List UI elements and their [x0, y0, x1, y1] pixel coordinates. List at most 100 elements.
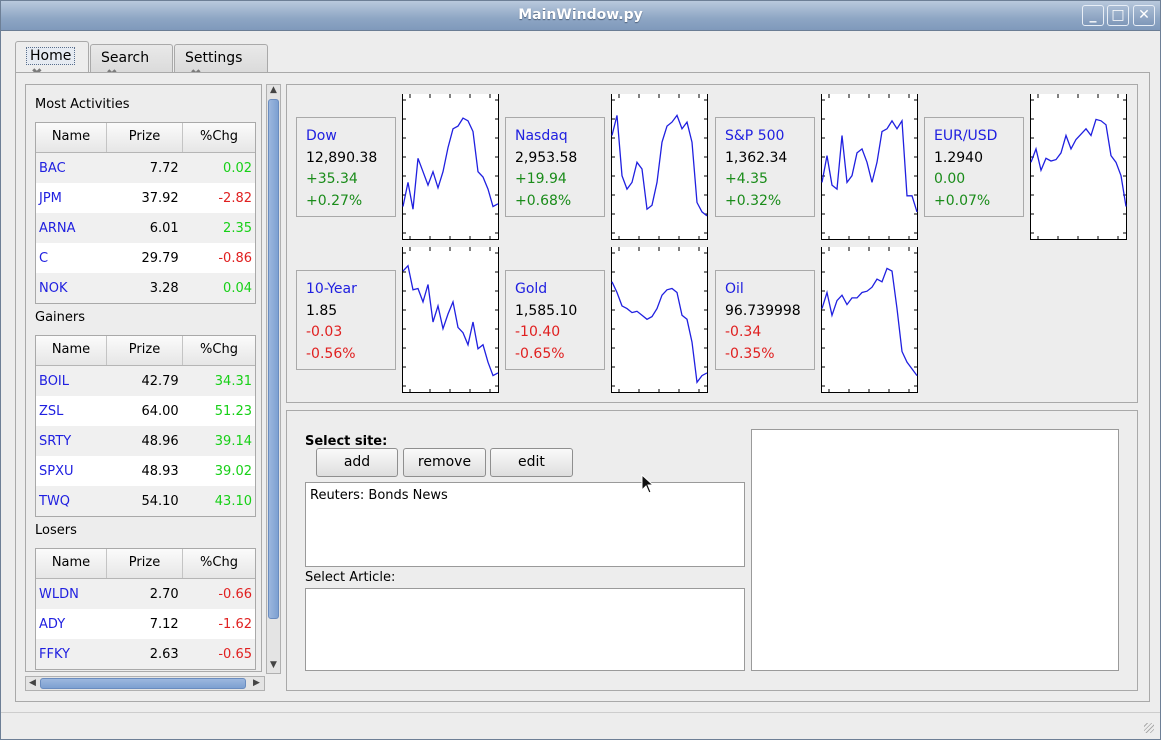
symbol-cell: SRTY [39, 433, 72, 449]
chart-axes [821, 247, 918, 393]
left-vertical-scrollbar[interactable]: ▲ ▼ [266, 84, 281, 674]
table-row[interactable]: C 29.79 -0.86 [36, 243, 255, 273]
chart-axes [402, 247, 499, 393]
symbol-cell: ARNA [39, 220, 76, 236]
sparkline-svg [402, 247, 499, 393]
gainers-table[interactable]: Name Prize %Chg BOIL 42.79 34.31 ZSL 64.00 51… [35, 335, 256, 517]
col-chg-header[interactable]: %Chg [183, 336, 255, 365]
tab-search-label: Search [101, 50, 150, 66]
scroll-up-icon[interactable]: ▲ [267, 85, 280, 95]
quote-value: 1.2940 [934, 149, 983, 166]
col-name-header[interactable]: Name [36, 549, 107, 578]
resize-grip-icon[interactable] [1144, 723, 1154, 733]
maximize-icon: □ [1111, 7, 1125, 23]
prize-cell: 48.93 [141, 463, 179, 479]
prize-cell: 48.96 [141, 433, 179, 449]
table-header[interactable]: Name Prize %Chg [36, 336, 255, 366]
scroll-thumb[interactable] [268, 99, 279, 619]
table-row[interactable]: TWQ 54.10 43.10 [36, 486, 255, 516]
symbol-cell: TWQ [39, 493, 71, 509]
symbol-cell: WLDN [39, 586, 79, 602]
tab-home[interactable]: Home✖ [15, 41, 89, 82]
symbol-cell: BAC [39, 160, 66, 176]
quote-box-nasdaq[interactable]: Nasdaq 2,953.58 +19.94 +0.68% [505, 117, 605, 217]
add-button[interactable]: add [316, 448, 398, 477]
quote-box-eur-usd[interactable]: EUR/USD 1.2940 0.00 +0.07% [924, 117, 1024, 217]
symbol-cell: C [39, 250, 49, 266]
table-header[interactable]: Name Prize %Chg [36, 123, 255, 153]
col-prize-header[interactable]: Prize [107, 549, 183, 578]
site-list-item[interactable]: Reuters: Bonds News [306, 483, 744, 503]
table-row[interactable]: NOK 3.28 0.04 [36, 273, 255, 303]
sparkline-chart-gold [611, 247, 708, 393]
most-activities-table[interactable]: Name Prize %Chg BAC 7.72 0.02 JPM 37.92 -2.82… [35, 122, 256, 304]
table-row[interactable]: ZSL 64.00 51.23 [36, 396, 255, 426]
scroll-left-icon[interactable]: ◀ [26, 678, 39, 688]
tab-search[interactable]: Search✖ [90, 44, 173, 83]
site-list[interactable]: Reuters: Bonds News [305, 482, 745, 567]
window-title: MainWindow.py [518, 7, 643, 23]
sparkline-line [611, 114, 708, 217]
table-row[interactable]: BAC 7.72 0.02 [36, 153, 255, 183]
col-chg-header[interactable]: %Chg [183, 549, 255, 578]
quote-box-dow[interactable]: Dow 12,890.38 +35.34 +0.27% [296, 117, 396, 217]
article-list[interactable] [305, 588, 745, 671]
quote-box-gold[interactable]: Gold 1,585.10 -10.40 -0.65% [505, 270, 605, 370]
col-prize-header[interactable]: Prize [107, 123, 183, 152]
quote-name[interactable]: S&P 500 [725, 126, 814, 148]
quote-change: +19.94 [515, 171, 567, 187]
symbol-cell: SPXU [39, 463, 74, 479]
quote-percent: +0.32% [725, 192, 782, 209]
remove-button[interactable]: remove [403, 448, 486, 477]
table-row[interactable]: FFKY 2.63 -0.65 [36, 639, 255, 669]
table-row[interactable]: BOIL 42.79 34.31 [36, 366, 255, 396]
table-header[interactable]: Name Prize %Chg [36, 549, 255, 579]
main-window: MainWindow.py _ □ ✕ Home✖ Search✖ Settin… [0, 0, 1161, 740]
quote-name[interactable]: 10-Year [306, 279, 395, 301]
quote-name[interactable]: Oil [725, 279, 814, 301]
col-name-header[interactable]: Name [36, 336, 107, 365]
prize-cell: 7.72 [149, 160, 179, 176]
table-row[interactable]: JPM 37.92 -2.82 [36, 183, 255, 213]
quote-name[interactable]: Nasdaq [515, 126, 604, 148]
table-row[interactable]: SPXU 48.93 39.02 [36, 456, 255, 486]
quote-box-s-p-500[interactable]: S&P 500 1,362.34 +4.35 +0.32% [715, 117, 815, 217]
table-row[interactable]: WLDN 2.70 -0.66 [36, 579, 255, 609]
quote-change: -0.34 [725, 324, 762, 340]
quote-box-oil[interactable]: Oil 96.739998 -0.34 -0.35% [715, 270, 815, 370]
quote-percent: -0.65% [515, 345, 565, 362]
sparkline-line [402, 117, 499, 210]
prize-cell: 7.12 [149, 616, 179, 632]
scroll-right-icon[interactable]: ▶ [250, 678, 263, 688]
col-chg-header[interactable]: %Chg [183, 123, 255, 152]
scroll-down-icon[interactable]: ▼ [267, 660, 280, 670]
maximize-button[interactable]: □ [1107, 5, 1129, 26]
change-cell: 39.14 [214, 433, 252, 449]
mouse-cursor-icon [641, 474, 655, 494]
symbol-cell: FFKY [39, 646, 70, 662]
losers-table[interactable]: Name Prize %Chg WLDN 2.70 -0.66 ADY 7.12 -1.6… [35, 548, 256, 670]
prize-cell: 54.10 [141, 493, 179, 509]
col-prize-header[interactable]: Prize [107, 336, 183, 365]
table-row[interactable]: ARNA 6.01 2.35 [36, 213, 255, 243]
title-bar[interactable]: MainWindow.py _ □ ✕ [1, 1, 1160, 31]
tab-settings[interactable]: Settings✖ [174, 44, 268, 83]
minimize-button[interactable]: _ [1082, 5, 1104, 26]
col-name-header[interactable]: Name [36, 123, 107, 152]
quote-percent: +0.68% [515, 192, 572, 209]
chart-axes [1030, 94, 1127, 240]
quote-box-10-year[interactable]: 10-Year 1.85 -0.03 -0.56% [296, 270, 396, 370]
article-viewer[interactable] [751, 429, 1119, 671]
quote-name[interactable]: Gold [515, 279, 604, 301]
edit-button[interactable]: edit [490, 448, 573, 477]
change-cell: -1.62 [218, 616, 252, 632]
table-row[interactable]: SRTY 48.96 39.14 [36, 426, 255, 456]
left-horizontal-scrollbar[interactable]: ◀ ▶ [25, 676, 265, 691]
quote-value: 12,890.38 [306, 149, 378, 166]
quote-name[interactable]: EUR/USD [934, 126, 1023, 148]
prize-cell: 42.79 [141, 373, 179, 389]
scroll-thumb[interactable] [40, 678, 246, 689]
close-button[interactable]: ✕ [1133, 5, 1155, 26]
table-row[interactable]: ADY 7.12 -1.62 [36, 609, 255, 639]
quote-name[interactable]: Dow [306, 126, 395, 148]
